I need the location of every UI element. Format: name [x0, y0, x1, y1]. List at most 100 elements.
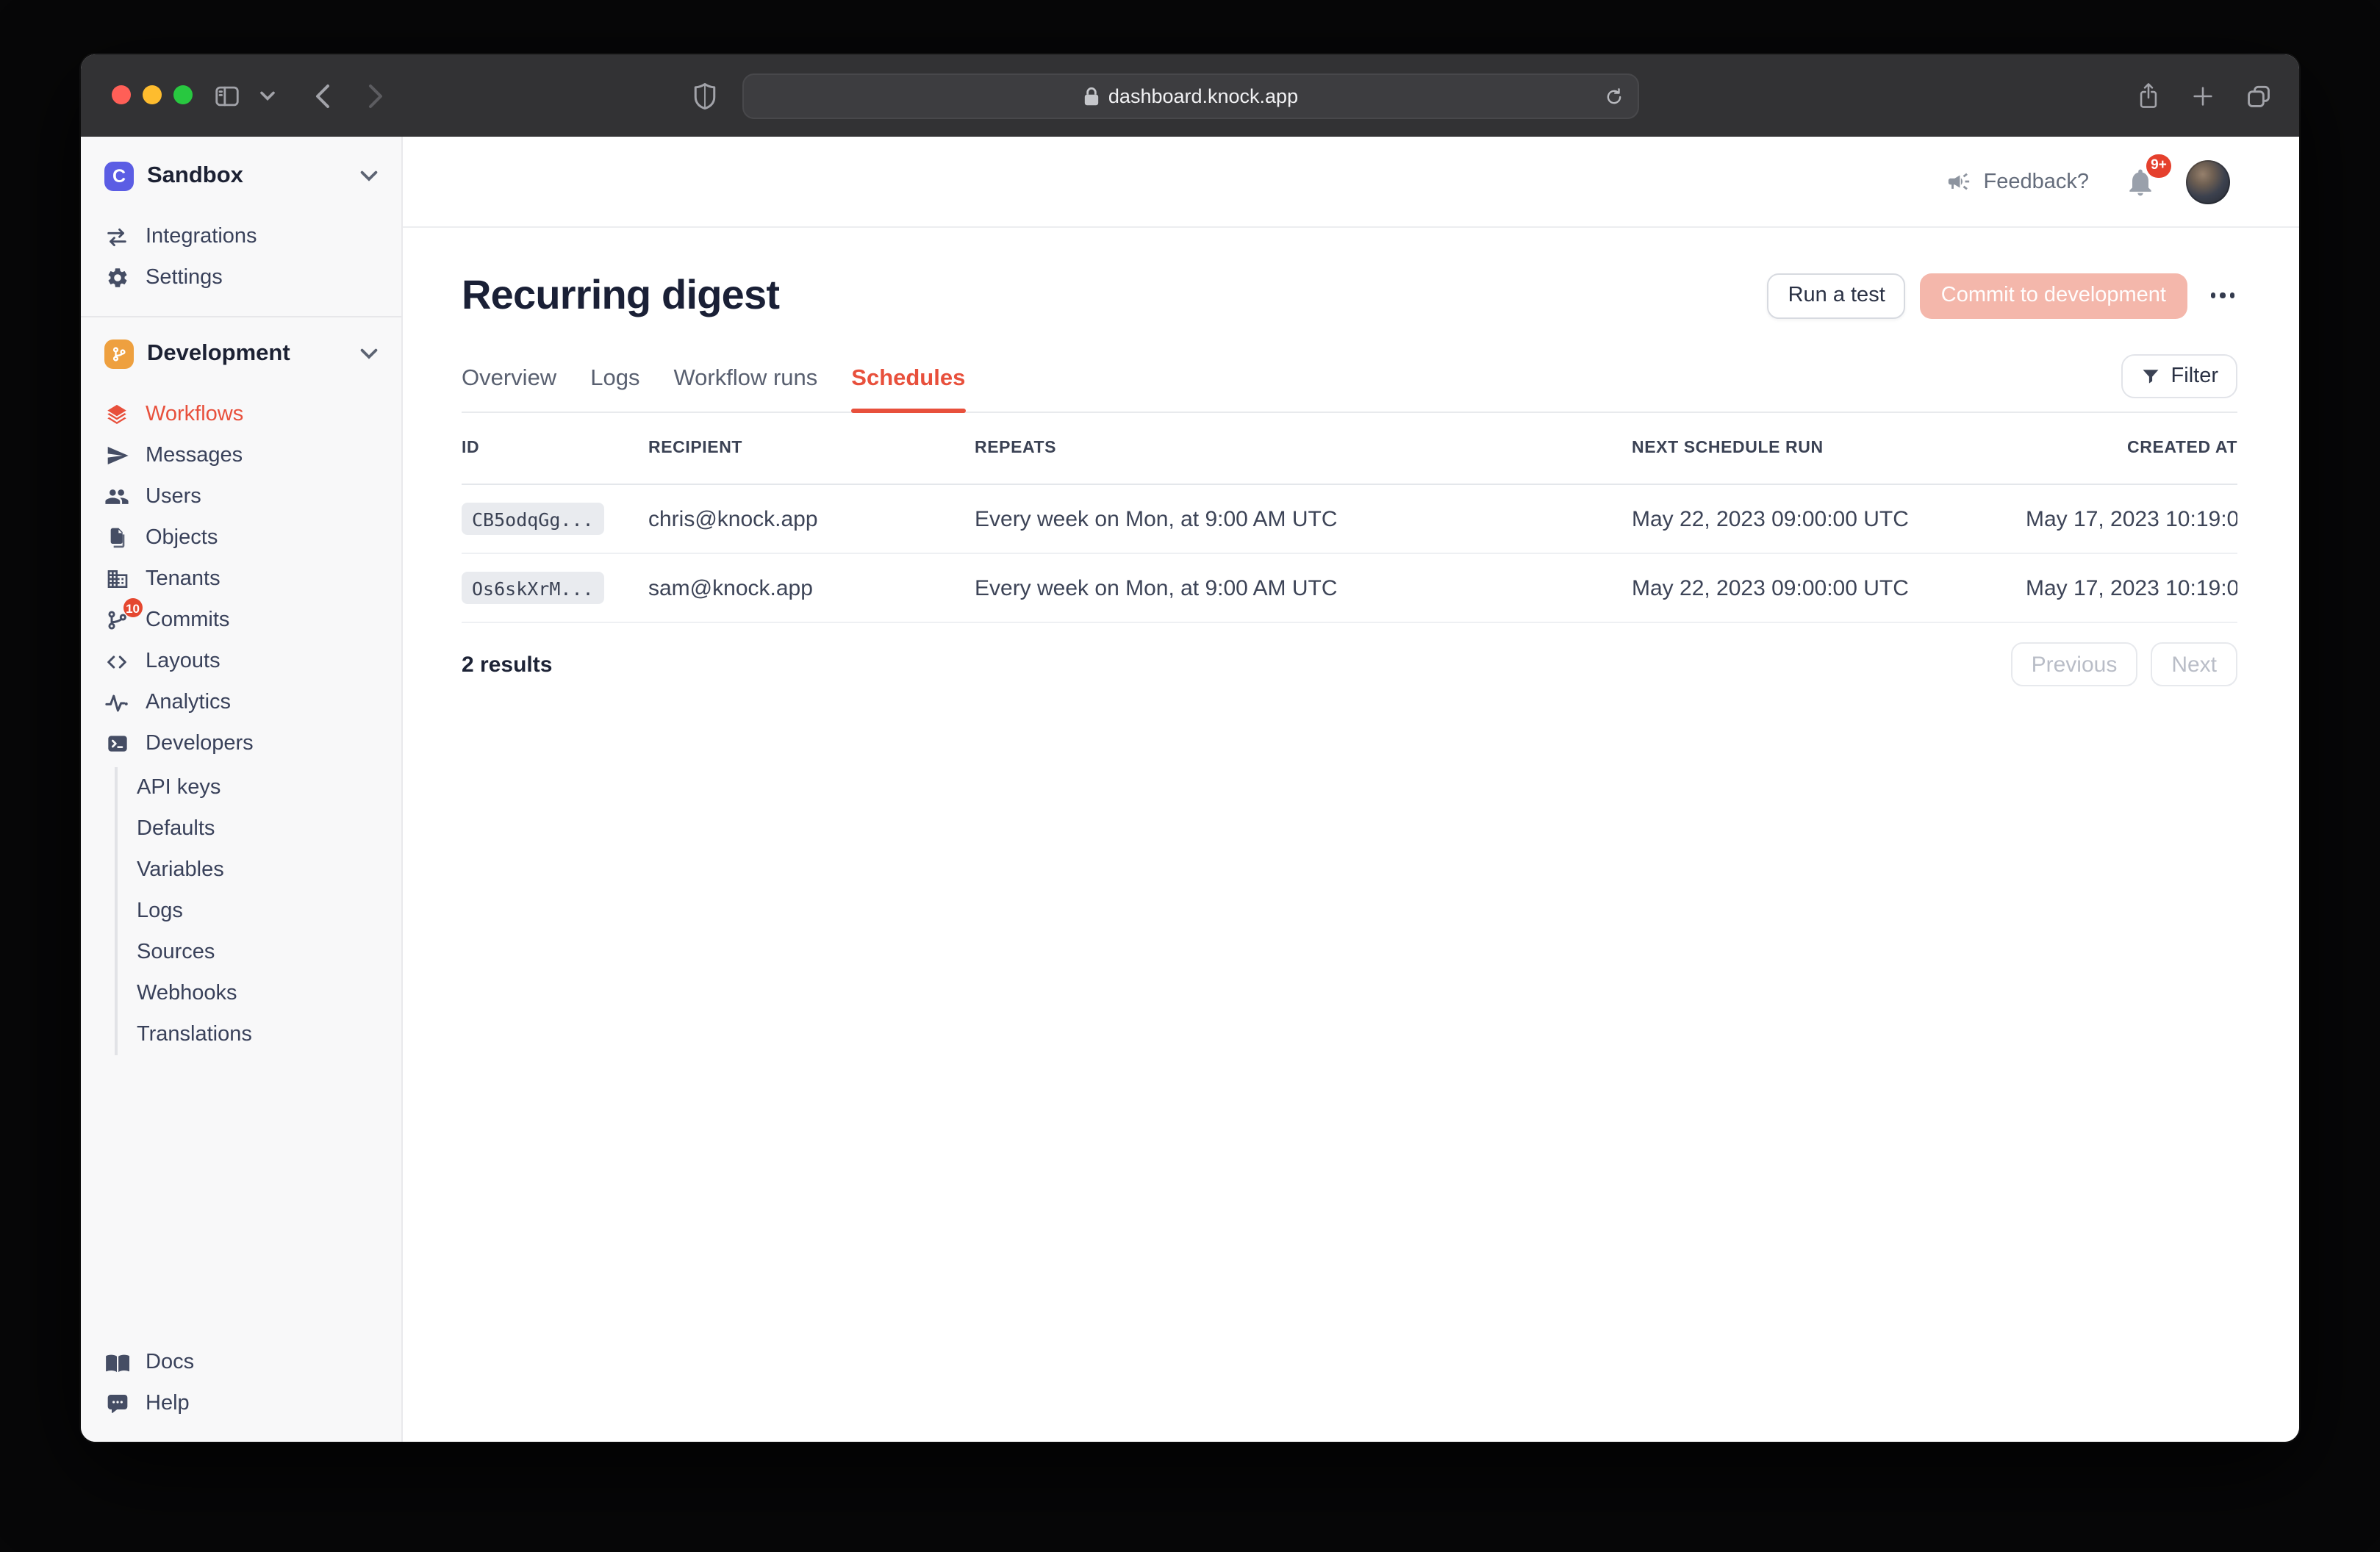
sidebar-item-developers[interactable]: Developers: [104, 723, 381, 764]
sidebar-item-messages[interactable]: Messages: [104, 435, 381, 476]
more-options-button[interactable]: [2207, 284, 2237, 307]
page-header: Recurring digest Run a test Commit to de…: [462, 272, 2237, 319]
schedule-id-chip[interactable]: CB5odqGg...: [462, 503, 604, 535]
sidebar-item-settings[interactable]: Settings: [104, 257, 381, 298]
commit-to-development-button[interactable]: Commit to development: [1921, 273, 2187, 318]
table-header-row: ID Recipient Repeats Next schedule run C…: [462, 413, 2237, 485]
sidebar-item-label: Commits: [146, 608, 229, 632]
column-header-id: ID: [462, 439, 648, 457]
sidebar-item-analytics[interactable]: Analytics: [104, 682, 381, 723]
chat-bubble-icon: [104, 1392, 129, 1415]
sidebar-item-label: Docs: [146, 1351, 194, 1374]
main-content: Recurring digest Run a test Commit to de…: [403, 228, 2299, 1442]
table-footer: 2 results Previous Next: [462, 642, 2237, 686]
previous-page-button[interactable]: Previous: [2011, 642, 2138, 686]
integrations-icon: [104, 224, 129, 249]
book-icon: [104, 1350, 129, 1375]
gear-icon: [104, 266, 129, 290]
layers-icon: [104, 402, 129, 427]
commits-count-badge: 10: [123, 598, 143, 617]
terminal-icon: [104, 732, 129, 755]
tab-schedules[interactable]: Schedules: [851, 366, 965, 412]
sidebar-toggle-icon[interactable]: [207, 54, 245, 137]
tab-logs[interactable]: Logs: [590, 366, 639, 412]
documents-icon: [104, 526, 129, 550]
app-header: Feedback? 9+: [403, 137, 2299, 228]
sidebar-subitem-api-keys[interactable]: API keys: [137, 767, 381, 808]
environment-switcher[interactable]: Development: [104, 335, 381, 373]
sidebar-item-commits[interactable]: 10 Commits: [104, 600, 381, 641]
notifications-button[interactable]: 9+: [2124, 165, 2157, 198]
run-a-test-button[interactable]: Run a test: [1768, 273, 1906, 318]
chevron-down-icon: [360, 348, 378, 360]
sidebar-item-tenants[interactable]: Tenants: [104, 558, 381, 600]
column-header-created-at: Created at: [2026, 439, 2237, 457]
sidebar-item-integrations[interactable]: Integrations: [104, 216, 381, 257]
share-icon[interactable]: [2130, 54, 2165, 137]
account-switcher[interactable]: C Sandbox: [104, 157, 381, 195]
screenshot-stage: dashboard.knock.app: [0, 0, 2380, 1552]
sidebar-item-label: Objects: [146, 526, 218, 550]
sidebar-item-label: Help: [146, 1392, 190, 1415]
new-tab-icon[interactable]: [2184, 54, 2220, 137]
app-shell: C Sandbox Integrations: [81, 137, 2299, 1442]
sidebar-subitem-variables[interactable]: Variables: [137, 849, 381, 891]
table-row[interactable]: CB5odqGg... chris@knock.app Every week o…: [462, 485, 2237, 554]
column-header-recipient: Recipient: [648, 439, 975, 457]
sidebar-item-label: Integrations: [146, 225, 257, 248]
sidebar-item-layouts[interactable]: Layouts: [104, 641, 381, 682]
sidebar-subitem-webhooks[interactable]: Webhooks: [137, 973, 381, 1014]
code-icon: [104, 649, 129, 674]
feedback-button[interactable]: Feedback?: [1947, 169, 2090, 194]
environment-logo: [104, 340, 134, 369]
users-icon: [104, 484, 129, 510]
sidebar-item-label: Users: [146, 485, 201, 509]
sidebar-spacer: [104, 1055, 381, 1342]
table-row[interactable]: Os6skXrM... sam@knock.app Every week on …: [462, 554, 2237, 623]
zoom-window-button[interactable]: [173, 85, 193, 104]
filter-label: Filter: [2171, 364, 2218, 388]
created-at-cell: May 17, 2023 10:19:00: [2026, 506, 2237, 531]
sidebar-item-workflows[interactable]: Workflows: [104, 394, 381, 435]
sidebar-subitem-translations[interactable]: Translations: [137, 1014, 381, 1055]
sidebar-subitem-logs[interactable]: Logs: [137, 891, 381, 932]
sidebar-item-label: Tenants: [146, 567, 221, 591]
repeats-cell: Every week on Mon, at 9:00 AM UTC: [975, 506, 1632, 531]
building-icon: [104, 567, 129, 591]
sidebar-subitem-defaults[interactable]: Defaults: [137, 808, 381, 849]
lock-icon: [1083, 87, 1100, 106]
sidebar-item-label: Layouts: [146, 650, 221, 673]
url-bar[interactable]: dashboard.knock.app: [742, 73, 1639, 119]
sidebar-item-docs[interactable]: Docs: [104, 1342, 381, 1383]
reload-icon[interactable]: [1604, 86, 1624, 107]
filter-button[interactable]: Filter: [2121, 354, 2237, 398]
sidebar-item-label: Messages: [146, 444, 243, 467]
close-window-button[interactable]: [112, 85, 131, 104]
account-name: Sandbox: [147, 163, 347, 190]
schedules-table: ID Recipient Repeats Next schedule run C…: [462, 413, 2237, 623]
tab-overview[interactable]: Overview: [462, 366, 556, 412]
back-button[interactable]: [304, 54, 340, 137]
sidebar-item-help[interactable]: Help: [104, 1383, 381, 1424]
notification-count-badge: 9+: [2146, 154, 2171, 177]
minimize-window-button[interactable]: [143, 85, 162, 104]
feedback-label: Feedback?: [1984, 170, 2090, 193]
sidebar-item-objects[interactable]: Objects: [104, 517, 381, 558]
sidebar-item-label: Settings: [146, 266, 223, 290]
privacy-shield-icon[interactable]: [688, 54, 720, 137]
account-logo: C: [104, 162, 134, 191]
sidebar-chevron-icon[interactable]: [254, 54, 281, 137]
recipient-cell: chris@knock.app: [648, 506, 975, 531]
sidebar-item-users[interactable]: Users: [104, 476, 381, 517]
forward-button[interactable]: [357, 54, 393, 137]
sidebar-subitem-sources[interactable]: Sources: [137, 932, 381, 973]
tab-workflow-runs[interactable]: Workflow runs: [673, 366, 817, 412]
avatar[interactable]: [2186, 159, 2230, 204]
next-page-button[interactable]: Next: [2151, 642, 2237, 686]
pulse-icon: [104, 690, 129, 715]
url-text: dashboard.knock.app: [1108, 85, 1298, 107]
tab-overview-icon[interactable]: [2239, 54, 2277, 137]
column-header-next-schedule-run: Next schedule run: [1632, 439, 2026, 457]
page-title: Recurring digest: [462, 272, 1768, 319]
schedule-id-chip[interactable]: Os6skXrM...: [462, 572, 604, 604]
